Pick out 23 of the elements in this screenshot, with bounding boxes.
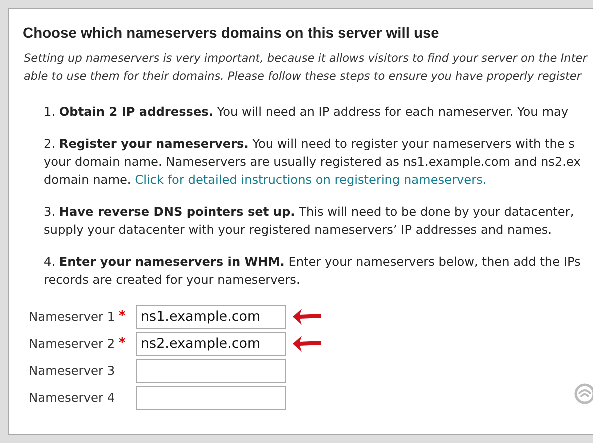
input-field[interactable] <box>136 386 286 410</box>
step-text: 1. Obtain 2 IP addresses. You will need an IP address for each nameserver. You may <box>44 104 570 121</box>
required-mark: * <box>119 309 127 324</box>
input-field[interactable]: ns2.example.com <box>136 332 286 356</box>
step-text: records are created for your nameservers. <box>44 272 302 289</box>
field-label: Nameserver 1 <box>29 310 116 324</box>
field-label: Nameserver 3 <box>29 364 116 378</box>
step-text: domain name. Click for detailed instructions on registering nameservers. <box>44 172 488 189</box>
step-text: 3. Have reverse DNS pointers set up. This will need to be done by your datacenter, <box>44 204 576 221</box>
swirl-icon[interactable] <box>574 383 593 405</box>
intro-text: Setting up nameservers is very important, because it allows visitors to find your server on the Inter <box>24 51 589 67</box>
page-heading: Choose which nameservers domains on this server will use <box>23 26 440 42</box>
required-mark: * <box>119 336 127 351</box>
field-label: Nameserver 4 <box>29 390 116 404</box>
step-text: 2. Register your nameservers. You will need to register your nameservers with the s <box>44 136 576 153</box>
step-text: 4. Enter your nameservers in WHM. Enter your nameservers below, then add the IPs <box>44 254 582 271</box>
step-text: supply your datacenter with your registered nameservers’ IP addresses and names. <box>44 222 553 239</box>
input-field[interactable]: ns1.example.com <box>136 304 286 328</box>
intro-text: able to use them for their domains. Please follow these steps to ensure you have properly register <box>24 69 583 85</box>
field-label: Nameserver 2 <box>29 336 116 350</box>
instructions-link[interactable]: Click for detailed instructions on registering nameservers. <box>135 173 487 187</box>
step-text: your domain name. Nameservers are usually registered as ns1.example.com and ns2.ex <box>44 154 582 171</box>
input-field[interactable] <box>136 358 286 382</box>
